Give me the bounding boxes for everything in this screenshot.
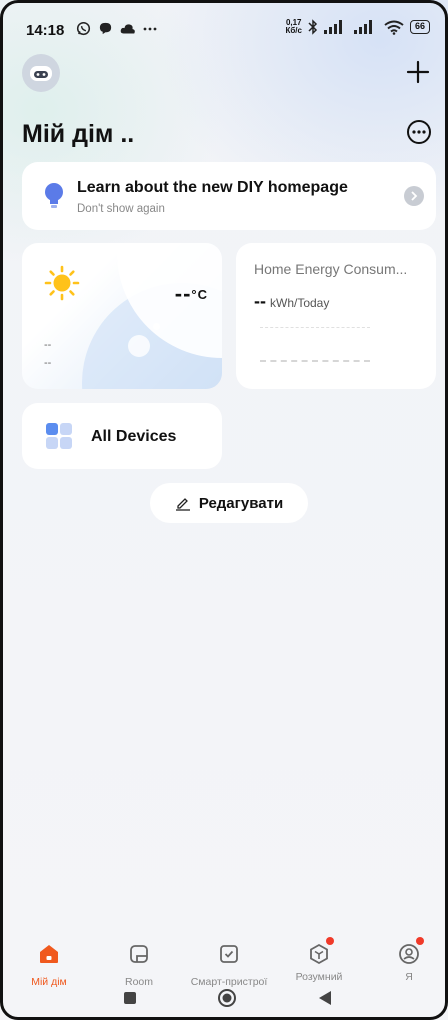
room-icon	[130, 945, 148, 963]
all-devices-card[interactable]: All Devices	[22, 403, 222, 469]
devices-grid-icon	[46, 423, 72, 449]
energy-value: -- kWh/Today	[254, 291, 329, 312]
tab-profile[interactable]: Я	[364, 937, 448, 983]
weather-card[interactable]: --°C -- --	[22, 243, 222, 389]
dont-show-again-link[interactable]: Don't show again	[77, 203, 165, 215]
smart-device-icon	[220, 945, 238, 963]
temperature: --°C	[175, 281, 208, 307]
whatsapp-icon	[76, 21, 91, 36]
edit-button[interactable]: Редагувати	[150, 483, 308, 523]
diy-homepage-banner[interactable]: Learn about the new DIY homepage Don't s…	[22, 162, 436, 230]
energy-card[interactable]: Home Energy Consum... -- kWh/Today	[236, 243, 436, 389]
wifi-icon	[384, 20, 404, 35]
status-time: 14:18	[26, 22, 65, 39]
energy-chart-placeholder-line	[260, 327, 370, 328]
tab-label: Я	[405, 971, 413, 983]
energy-unit: kWh/Today	[270, 296, 330, 310]
notification-badge	[416, 937, 424, 945]
all-devices-label: All Devices	[91, 428, 177, 445]
temperature-value: --	[174, 281, 192, 306]
robot-avatar-icon	[30, 66, 52, 81]
avatar[interactable]	[22, 54, 60, 92]
tab-room[interactable]: Room	[94, 942, 184, 988]
home-title[interactable]: Мій дім ..	[22, 120, 134, 149]
signal-icon-2	[353, 20, 372, 34]
tab-smart-scenes[interactable]: Розумний	[274, 937, 364, 983]
weather-detail-1: --	[44, 339, 52, 351]
tab-smart-devices[interactable]: Смарт-пристрої	[184, 942, 274, 988]
tab-label: Розумний	[295, 971, 343, 983]
net-speed-unit: Кб/с	[285, 26, 302, 35]
bluetooth-icon	[308, 19, 318, 35]
bottom-tab-bar: Мій дім Room Смарт-пристрої Розумний Я	[0, 937, 448, 988]
sun-icon	[44, 265, 80, 301]
recent-apps-button[interactable]	[124, 992, 136, 1004]
more-options-icon[interactable]	[404, 117, 434, 147]
energy-chart-placeholder-line-2	[260, 360, 370, 362]
energy-title: Home Energy Consum...	[254, 261, 408, 277]
cloud-icon	[120, 23, 135, 33]
battery-indicator: 66	[409, 20, 430, 34]
home-nav-button[interactable]	[217, 988, 237, 1008]
add-button[interactable]	[402, 56, 434, 88]
energy-value-number: --	[254, 291, 266, 311]
banner-arrow-button[interactable]	[404, 186, 424, 206]
system-nav-bar	[0, 985, 448, 1015]
smart-scene-icon	[310, 943, 328, 965]
edit-label: Редагувати	[198, 494, 284, 512]
weather-detail-2: --	[44, 357, 52, 369]
net-speed: 0,17 Кб/с	[285, 19, 302, 35]
signal-icon	[323, 20, 342, 34]
chat-icon	[99, 22, 112, 35]
temperature-unit: °C	[191, 287, 208, 302]
tab-my-home[interactable]: Мій дім	[4, 942, 94, 988]
status-bar: 14:18 0,17 Кб/с 66	[0, 0, 448, 56]
chevron-right-icon	[411, 191, 418, 201]
more-notifications-icon	[143, 27, 157, 30]
lightbulb-icon	[45, 183, 63, 208]
back-nav-button[interactable]	[318, 990, 332, 1006]
profile-icon	[399, 944, 419, 964]
notification-badge	[326, 937, 334, 945]
pencil-icon	[175, 498, 190, 511]
banner-title: Learn about the new DIY homepage	[77, 179, 348, 196]
home-icon	[40, 945, 58, 963]
